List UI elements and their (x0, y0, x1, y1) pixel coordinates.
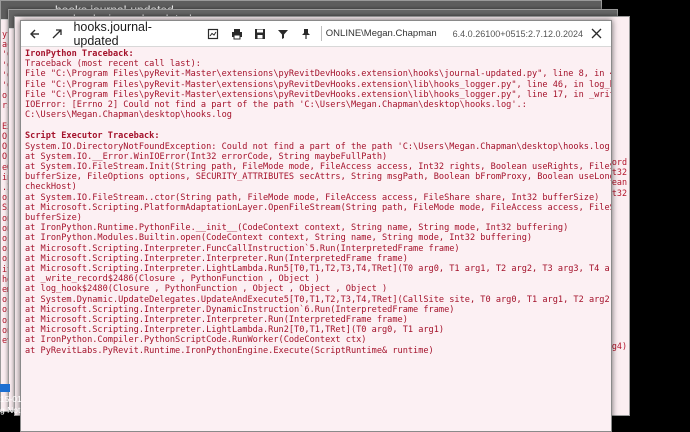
console-line: System.IO.DirectoryNotFoundException: Co… (25, 141, 611, 152)
console-line: at log_hook$2480(Closure , PythonFunctio… (25, 284, 388, 295)
console-line: at System.IO.__Error.WinIOError(Int32 er… (25, 151, 388, 162)
console-line: at Microsoft.Scripting.Interpreter.FuncC… (25, 243, 460, 254)
back-arrow-icon[interactable] (23, 23, 44, 45)
traceback-heading: Script Executor Traceback: (25, 131, 160, 142)
console-line: at System.IO.FileStream.Init(String path… (25, 162, 611, 173)
close-icon[interactable] (585, 23, 607, 45)
console-line: checkHost) (25, 182, 77, 193)
console-line: at Microsoft.Scripting.Interpreter.Inter… (25, 253, 408, 264)
save-icon[interactable] (249, 23, 270, 45)
console-line: Traceback (most recent call last): (25, 59, 201, 70)
open-external-icon[interactable] (46, 23, 67, 45)
console-line: at _write_record$2486(Closure , PythonFu… (25, 274, 320, 285)
titlebar-separator (320, 26, 322, 41)
filter-icon[interactable] (272, 23, 293, 45)
console-line: at PyRevitLabs.PyRevit.Runtime.IronPytho… (25, 345, 434, 356)
console-line: at Microsoft.Scripting.Interpreter.Light… (25, 325, 445, 336)
console-line: File "C:\Program Files\pyRevit-Master\ex… (25, 79, 611, 90)
output-window[interactable]: hooks.journal-updated ONLINE\Megan.Chapm… (20, 20, 612, 432)
copy-icon[interactable] (203, 23, 224, 45)
console-line: at IronPython.Modules.Builtin.open(CodeC… (25, 233, 533, 244)
console-line: at Microsoft.Scripting.PlatformAdaptatio… (25, 202, 611, 213)
console-line: at Microsoft.Scripting.Interpreter.Inter… (25, 315, 408, 326)
side-fragment-1: 15-01 (0, 394, 22, 404)
version-label: 6.4.0.26100+0515:2.7.12.0.2024 (452, 28, 584, 39)
console-line: at System.Dynamic.UpdateDelegates.Update… (25, 294, 611, 305)
console-line: bufferSize, FileOptions options, SECURIT… (25, 172, 611, 183)
print-icon[interactable] (226, 23, 247, 45)
console-line: File "C:\Program Files\pyRevit-Master\ex… (25, 89, 611, 100)
taskbar-app-icon (0, 384, 10, 392)
console-line: C:\Users\Megan.Chapman\desktop\hooks.log (25, 110, 232, 121)
console-line: bufferSize) (25, 213, 82, 224)
console-line: at IronPython.Compiler.PythonScriptCode.… (25, 335, 367, 346)
window-titlebar[interactable]: hooks.journal-updated ONLINE\Megan.Chapm… (21, 20, 611, 48)
side-fragment-2: g Not (0, 405, 21, 415)
titlebar-right (583, 23, 611, 45)
window-title: hooks.journal-updated (73, 20, 152, 48)
current-user: ONLINE\Megan.Chapman (325, 28, 437, 39)
console-output[interactable]: IronPython Traceback: Traceback (most rec… (21, 47, 611, 431)
console-line: at Microsoft.Scripting.Interpreter.Light… (25, 264, 611, 275)
traceback-heading: IronPython Traceback: (25, 49, 134, 59)
console-line: File "C:\Program Files\pyRevit-Master\ex… (25, 69, 611, 80)
pin-icon[interactable] (296, 23, 317, 45)
console-line: at System.IO.FileStream..ctor(String pat… (25, 192, 600, 203)
console-line: at Microsoft.Scripting.Interpreter.Dynam… (25, 304, 455, 315)
console-line: at IronPython.Runtime.PythonFile.__init_… (25, 223, 569, 234)
console-line: IOError: [Errno 2] Could not find a part… (25, 100, 527, 111)
